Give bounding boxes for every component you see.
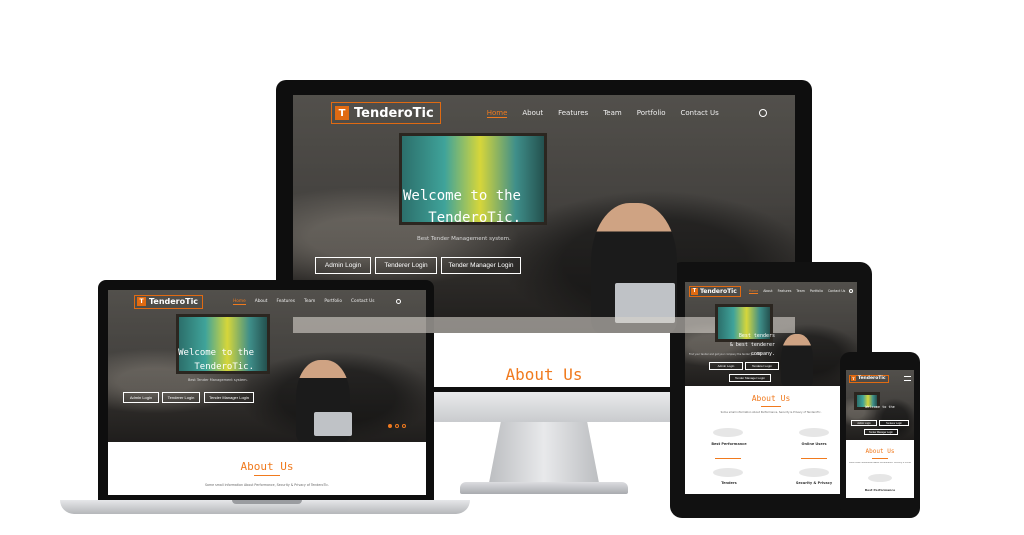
carousel-dots[interactable] bbox=[388, 424, 406, 428]
nav-about[interactable]: About bbox=[522, 109, 543, 117]
nav-about[interactable]: About bbox=[255, 299, 268, 304]
search-icon[interactable] bbox=[849, 289, 854, 293]
menu-icon[interactable] bbox=[904, 376, 911, 381]
users-icon bbox=[799, 428, 829, 437]
tender-manager-login-button[interactable]: Tender Manager Login bbox=[864, 429, 898, 435]
monitor-stand bbox=[488, 422, 600, 484]
hero-welcome-line2: TenderoTic. bbox=[194, 362, 254, 372]
tenderer-login-button[interactable]: Tenderer Login bbox=[375, 257, 437, 274]
tenderer-login-button[interactable]: Tenderer Login bbox=[879, 420, 909, 426]
hero-welcome: Welcome to the TenderoTic. bbox=[172, 346, 254, 374]
tablet-hero-line1: Best tenders bbox=[738, 333, 775, 339]
logo-icon: T bbox=[137, 297, 146, 306]
feature-title: Security & Privacy bbox=[795, 481, 833, 485]
nav-home[interactable]: Home bbox=[748, 289, 759, 294]
nav-home[interactable]: Home bbox=[486, 109, 508, 118]
tender-manager-login-button[interactable]: Tender Manager Login bbox=[729, 374, 771, 382]
about-underline bbox=[761, 406, 781, 407]
search-icon[interactable] bbox=[396, 299, 402, 304]
nav-features[interactable]: Features bbox=[778, 289, 792, 293]
nav-portfolio[interactable]: Portfolio bbox=[810, 289, 823, 293]
tablet-screen: T TenderoTic Home About Features Team Po… bbox=[685, 282, 857, 494]
nav-about[interactable]: About bbox=[763, 289, 772, 293]
thumbs-up-icon bbox=[713, 428, 743, 437]
feature-title: Online Users bbox=[801, 442, 827, 446]
nav-features[interactable]: Features bbox=[558, 109, 588, 117]
brand-logo[interactable]: T TenderoTic bbox=[849, 374, 889, 383]
hero-person bbox=[781, 334, 813, 386]
device-mockup-showcase: T TenderoTic Home About Features Team Po… bbox=[0, 0, 1024, 535]
nav-contact[interactable]: Contact Us bbox=[828, 289, 845, 293]
monitor-base bbox=[460, 482, 628, 494]
feature-underline bbox=[801, 458, 827, 459]
hero-welcome-line2: TenderoTic. bbox=[428, 210, 521, 226]
tablet-navbar: T TenderoTic Home About Features Team Po… bbox=[689, 285, 855, 297]
nav-team[interactable]: Team bbox=[796, 289, 804, 293]
lock-icon bbox=[799, 468, 829, 477]
hero-tagline: Best Tender Management system. bbox=[417, 236, 511, 242]
brand-name: TenderoTic bbox=[354, 105, 434, 121]
about-underline bbox=[254, 475, 280, 476]
about-underline bbox=[872, 458, 888, 459]
about-title: About Us bbox=[751, 394, 791, 403]
brand-name: TenderoTic bbox=[149, 297, 199, 306]
nav-contact[interactable]: Contact Us bbox=[351, 299, 374, 304]
phone-hero-title: Welcome to the bbox=[865, 405, 895, 409]
admin-login-button[interactable]: Admin Login bbox=[315, 257, 371, 274]
hero-welcome-line1: Welcome to the bbox=[402, 188, 521, 204]
feature-underline bbox=[715, 458, 741, 459]
tenderer-login-button[interactable]: Tenderer Login bbox=[162, 392, 200, 403]
brand-logo[interactable]: T TenderoTic bbox=[134, 294, 204, 309]
nav-features[interactable]: Features bbox=[276, 299, 294, 304]
desktop-navbar: T TenderoTic Home About Features Team Po… bbox=[331, 101, 781, 125]
tablet-hero-sub: Find your tender and get your company th… bbox=[689, 353, 763, 356]
laptop-navbar: T TenderoTic Home About Features Team Po… bbox=[134, 294, 424, 309]
feature-title: Best Performance bbox=[864, 488, 896, 492]
about-title: About Us bbox=[240, 460, 294, 473]
feature-title: Best Performance bbox=[711, 442, 747, 446]
nav-contact[interactable]: Contact Us bbox=[681, 109, 719, 117]
tender-manager-login-button[interactable]: Tender Manager Login bbox=[204, 392, 254, 403]
hero-welcome-line1: Welcome to the bbox=[178, 348, 254, 358]
brand-name: TenderoTic bbox=[700, 287, 737, 295]
brand-name: TenderoTic bbox=[858, 376, 886, 381]
laptop-hero: T TenderoTic Home About Features Team Po… bbox=[108, 290, 426, 442]
feature-title: Tenders bbox=[721, 481, 737, 485]
brand-logo[interactable]: T TenderoTic bbox=[331, 102, 441, 124]
logo-icon: T bbox=[335, 106, 349, 120]
nav-portfolio[interactable]: Portfolio bbox=[324, 299, 342, 304]
laptop-notch bbox=[232, 500, 302, 504]
nav-team[interactable]: Team bbox=[603, 109, 622, 117]
tender-manager-login-button[interactable]: Tender Manager Login bbox=[441, 257, 521, 274]
about-title: About Us bbox=[865, 448, 895, 455]
nav-home[interactable]: Home bbox=[233, 299, 246, 305]
hero-welcome: Welcome to the TenderoTic. bbox=[393, 185, 521, 229]
logo-icon: T bbox=[691, 287, 698, 295]
tablet-hero-line2: & best tenderer company. bbox=[729, 342, 775, 357]
tablet-hero: T TenderoTic Home About Features Team Po… bbox=[685, 282, 857, 386]
admin-login-button[interactable]: Admin Login bbox=[851, 420, 877, 426]
nav-team[interactable]: Team bbox=[304, 299, 315, 304]
about-intro: Some small information About Performance… bbox=[849, 462, 911, 464]
brand-logo[interactable]: T TenderoTic bbox=[689, 285, 741, 297]
hero-laptop-prop bbox=[314, 412, 352, 436]
thumbs-up-icon bbox=[868, 474, 892, 482]
search-icon[interactable] bbox=[758, 109, 767, 117]
phone-screen: T TenderoTic Welcome to the Admin Login … bbox=[846, 370, 914, 498]
document-icon bbox=[713, 468, 743, 477]
phone-hero: T TenderoTic Welcome to the Admin Login … bbox=[846, 370, 914, 440]
about-intro: Some small information About Performance… bbox=[205, 483, 329, 487]
nav-links: Home About Features Team Portfolio Conta… bbox=[233, 299, 374, 305]
nav-links: Home About Features Team Portfolio Conta… bbox=[748, 289, 845, 294]
nav-portfolio[interactable]: Portfolio bbox=[637, 109, 666, 117]
nav-links: Home About Features Team Portfolio Conta… bbox=[486, 109, 719, 118]
admin-login-button[interactable]: Admin Login bbox=[123, 392, 159, 403]
phone-navbar: T TenderoTic bbox=[849, 374, 911, 383]
admin-login-button[interactable]: Admin Login bbox=[709, 362, 743, 370]
tenderer-login-button[interactable]: Tenderer Login bbox=[745, 362, 779, 370]
hero-tagline: Best Tender Management system. bbox=[188, 378, 248, 382]
about-intro: Some small information About Performance… bbox=[720, 411, 822, 414]
logo-icon: T bbox=[851, 376, 856, 381]
